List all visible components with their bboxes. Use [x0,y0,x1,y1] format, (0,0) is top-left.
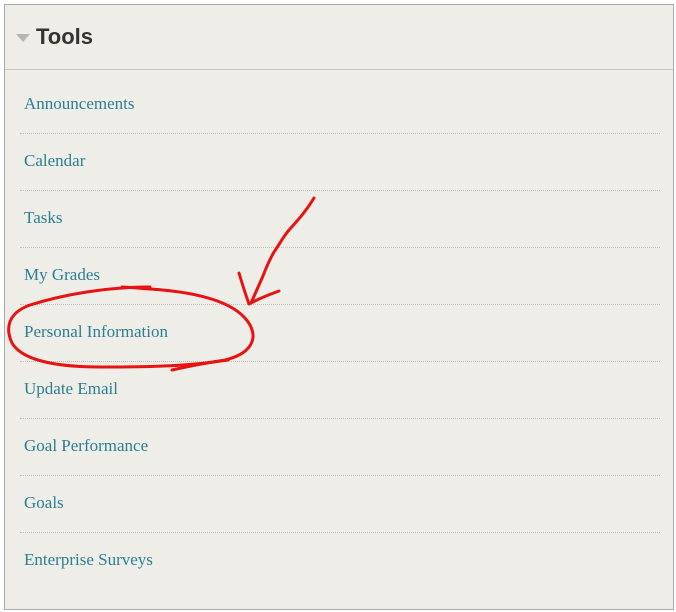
list-item: Personal Information [20,305,660,362]
tool-link-goal-performance[interactable]: Goal Performance [24,435,148,457]
collapse-triangle-icon[interactable] [16,34,30,42]
list-item: Tasks [20,191,660,248]
list-item: Enterprise Surveys [20,533,660,590]
tools-list: Announcements Calendar Tasks My Grades P… [20,77,660,590]
tool-link-announcements[interactable]: Announcements [24,93,134,115]
tool-link-goals[interactable]: Goals [24,492,64,514]
list-item: Announcements [20,77,660,134]
list-item: Calendar [20,134,660,191]
tool-link-update-email[interactable]: Update Email [24,378,118,400]
list-item: Goal Performance [20,419,660,476]
list-item: My Grades [20,248,660,305]
tool-link-calendar[interactable]: Calendar [24,150,85,172]
list-item: Goals [20,476,660,533]
tool-link-enterprise-surveys[interactable]: Enterprise Surveys [24,549,153,571]
panel-header: Tools [5,5,673,70]
tool-link-personal-information[interactable]: Personal Information [24,321,168,343]
panel-title: Tools [36,24,94,49]
list-item: Update Email [20,362,660,419]
tool-link-my-grades[interactable]: My Grades [24,264,100,286]
tool-link-tasks[interactable]: Tasks [24,207,62,229]
